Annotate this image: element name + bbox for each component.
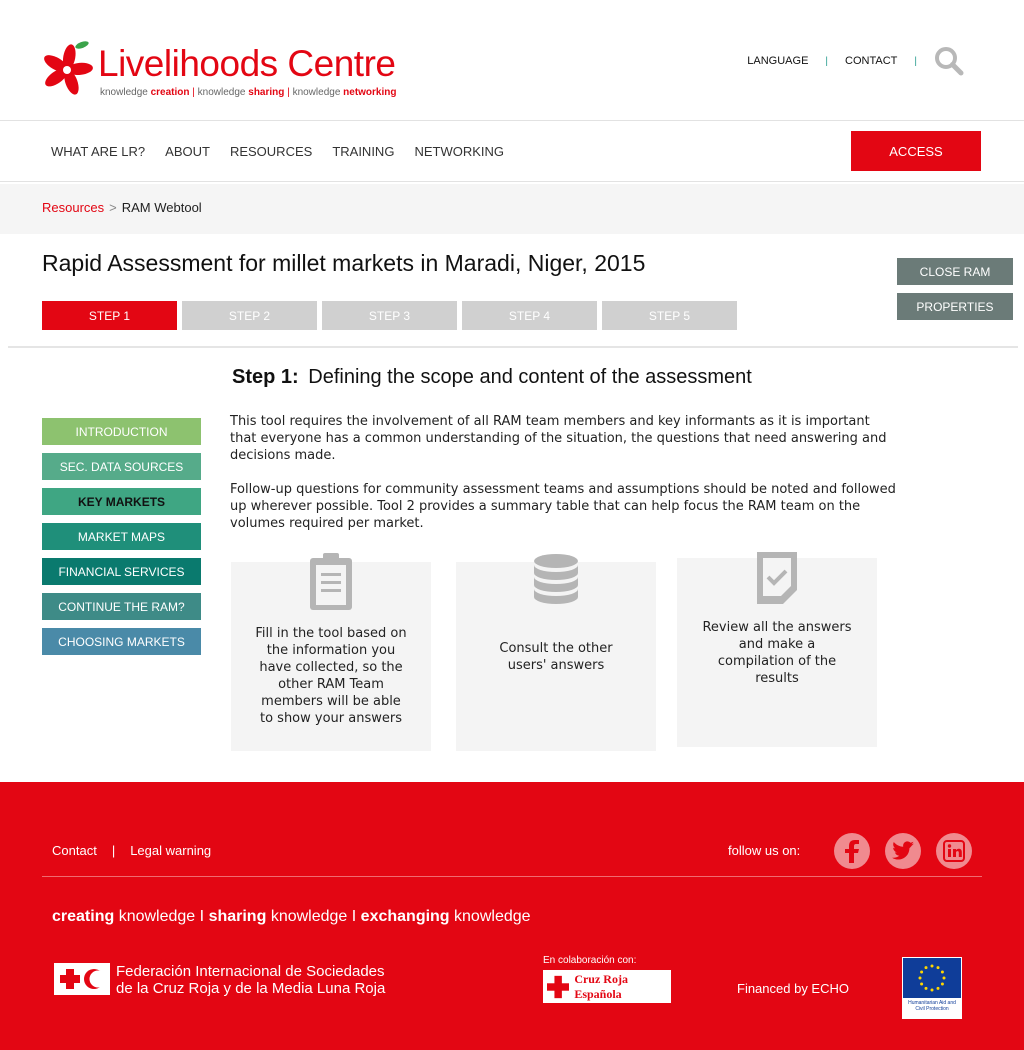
breadcrumb-current: RAM Webtool	[121, 200, 202, 215]
flower-logo-icon	[44, 41, 93, 95]
step-tab-1[interactable]: STEP 1	[42, 301, 177, 330]
breadcrumb: Resources > RAM Webtool	[42, 200, 202, 215]
access-button[interactable]: ACCESS	[851, 131, 981, 171]
step-heading-text: Defining the scope and content of the as…	[308, 366, 752, 388]
nav-item-about[interactable]: ABOUT	[165, 144, 210, 159]
nav-item-what-are-lr[interactable]: WHAT ARE LR?	[51, 144, 145, 159]
facebook-icon[interactable]	[834, 833, 870, 869]
card-text: Consult the other users' answers	[499, 641, 613, 673]
top-links: LANGUAGE | CONTACT |	[747, 46, 964, 76]
description-paragraph-1: This tool requires the involvement of al…	[230, 414, 887, 463]
database-icon	[534, 554, 578, 604]
step-tab-2[interactable]: STEP 2	[182, 301, 317, 330]
red-cross-icon	[547, 975, 570, 998]
breadcrumb-resources-link[interactable]: Resources	[42, 200, 104, 215]
site-header: Livelihoods Centre knowledge creation | …	[0, 0, 1024, 120]
step-heading: Step 1: Defining the scope and content o…	[232, 366, 752, 389]
menu-item-choosing-markets[interactable]: CHOOSING MARKETS	[42, 628, 201, 655]
language-link[interactable]: LANGUAGE	[747, 55, 808, 67]
financed-by-label: Financed by ECHO	[737, 981, 849, 996]
fill-in-tool-card[interactable]: Fill in the tool based on the informatio…	[231, 553, 431, 751]
nav-item-networking[interactable]: NETWORKING	[414, 144, 504, 159]
document-check-icon	[757, 552, 797, 604]
follow-us-label: follow us on:	[728, 843, 801, 858]
footer-legal-link[interactable]: Legal warning	[130, 843, 211, 858]
footer-divider	[42, 876, 982, 877]
contact-link[interactable]: CONTACT	[845, 55, 897, 67]
tool-menu: INTRODUCTION SEC. DATA SOURCES KEY MARKE…	[42, 418, 201, 663]
twitter-icon[interactable]	[885, 833, 921, 869]
nav-item-training[interactable]: TRAINING	[332, 144, 394, 159]
step-tab-4[interactable]: STEP 4	[462, 301, 597, 330]
section-divider	[8, 346, 1018, 348]
footer-tagline: creating knowledge I sharing knowledge I…	[52, 908, 531, 925]
card-text: Fill in the tool based on the informatio…	[255, 626, 407, 726]
menu-item-financial-services[interactable]: FINANCIAL SERVICES	[42, 558, 201, 585]
top-links-separator: |	[914, 55, 917, 67]
ifrc-logo: Federación Internacional de Sociedades d…	[54, 963, 404, 999]
menu-item-market-maps[interactable]: MARKET MAPS	[42, 523, 201, 550]
logo-title: Livelihoods Centre	[98, 43, 396, 84]
tool-description: This tool requires the involvement of al…	[230, 413, 900, 549]
menu-item-key-markets[interactable]: KEY MARKETS	[42, 488, 201, 515]
step-heading-label: Step 1:	[232, 366, 299, 388]
review-answers-card[interactable]: Review all the answers and make a compil…	[677, 552, 877, 747]
clipboard-icon	[310, 553, 352, 610]
main-nav: WHAT ARE LR? ABOUT RESOURCES TRAINING NE…	[0, 120, 1024, 182]
description-paragraph-2: Follow-up questions for community assess…	[230, 482, 896, 531]
search-icon[interactable]	[934, 46, 964, 76]
livelihoods-centre-logo[interactable]: Livelihoods Centre knowledge creation | …	[36, 40, 406, 104]
eu-flag-icon	[903, 958, 961, 998]
page-title: Rapid Assessment for millet markets in M…	[42, 250, 646, 276]
footer-links: Contact | Legal warning	[52, 843, 211, 858]
breadcrumb-separator: >	[109, 200, 117, 215]
footer-contact-link[interactable]: Contact	[52, 843, 97, 858]
consult-answers-card[interactable]: Consult the other users' answers	[456, 554, 656, 751]
red-cross-crescent-emblem	[54, 963, 110, 995]
collaboration-label: En colaboración con:	[543, 955, 637, 966]
eu-humanitarian-aid-logo: Humanitarian Aid and Civil Protection	[902, 957, 962, 1019]
step-tab-5[interactable]: STEP 5	[602, 301, 737, 330]
logo-tagline: knowledge creation | knowledge sharing |…	[100, 87, 397, 98]
menu-item-continue-the-ram[interactable]: CONTINUE THE RAM?	[42, 593, 201, 620]
step-tab-3[interactable]: STEP 3	[322, 301, 457, 330]
menu-item-sec-data-sources[interactable]: SEC. DATA SOURCES	[42, 453, 201, 480]
menu-item-introduction[interactable]: INTRODUCTION	[42, 418, 201, 445]
nav-item-resources[interactable]: RESOURCES	[230, 144, 312, 159]
breadcrumb-bar: Resources > RAM Webtool	[0, 184, 1024, 234]
ifrc-name: Federación Internacional de Sociedades d…	[116, 963, 386, 997]
footer-links-separator: |	[111, 843, 116, 858]
card-text: Review all the answers and make a compil…	[702, 620, 852, 686]
step-tabs: STEP 1 STEP 2 STEP 3 STEP 4 STEP 5	[42, 301, 742, 330]
linkedin-icon[interactable]	[936, 833, 972, 869]
site-footer: Contact | Legal warning follow us on: cr…	[0, 782, 1024, 1050]
close-ram-button[interactable]: CLOSE RAM	[897, 258, 1013, 285]
top-links-separator: |	[825, 55, 829, 67]
cruz-roja-espanola-logo: Cruz Roja Española	[543, 970, 671, 1003]
properties-button[interactable]: PROPERTIES	[897, 293, 1013, 320]
